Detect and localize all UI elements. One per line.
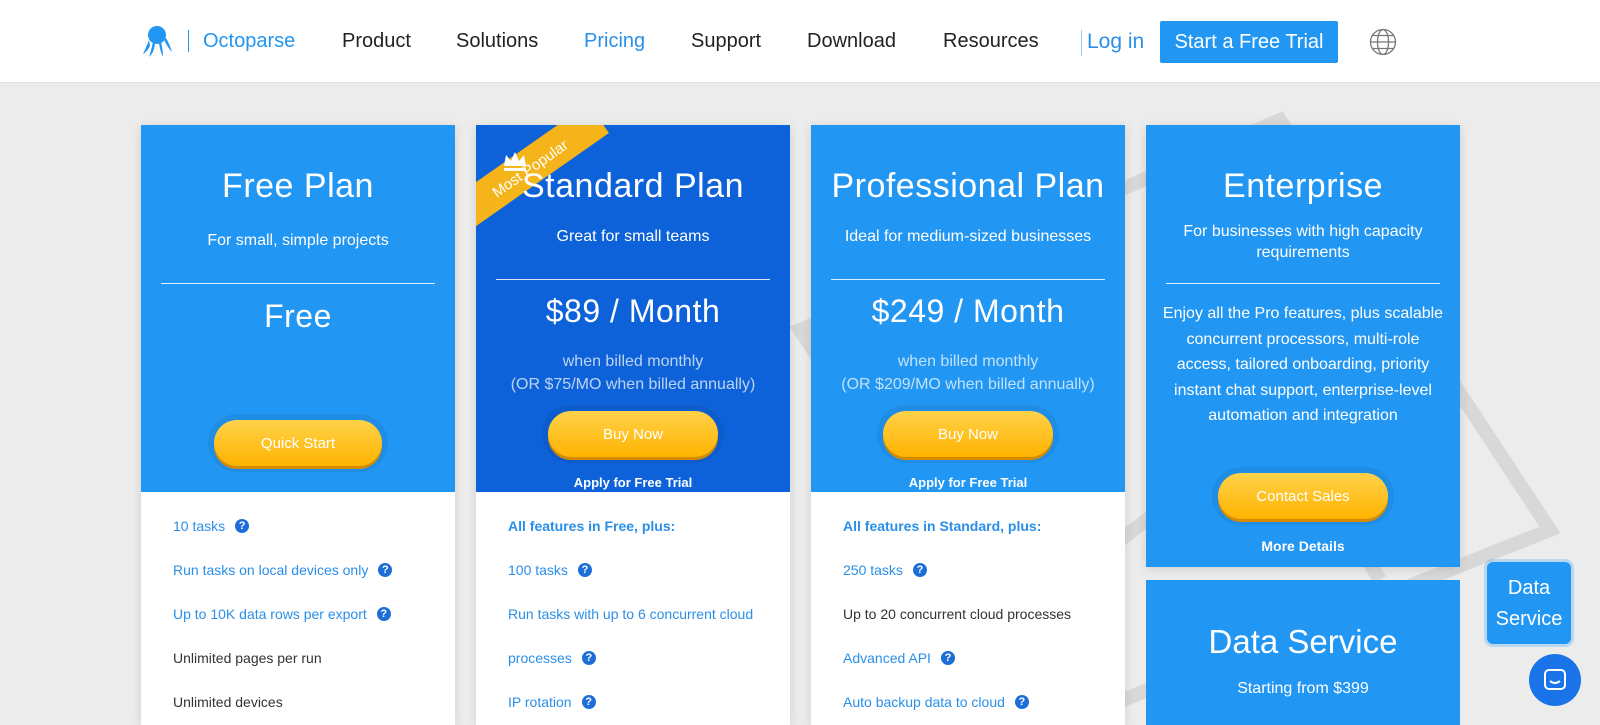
floating-data-service-button[interactable]: Data Service <box>1487 562 1571 644</box>
billing-monthly: when billed monthly <box>562 353 704 370</box>
help-icon[interactable]: ? <box>378 563 393 577</box>
plan-divider <box>161 283 435 284</box>
feature-item: Up to 10K data rows per export? <box>173 592 455 636</box>
feature-item: Up to 20 concurrent cloud processes <box>843 606 1072 622</box>
more-details-link[interactable]: More Details <box>1146 538 1460 554</box>
nav-divider <box>1081 30 1082 56</box>
feature-item: IP rotation? <box>508 680 790 724</box>
data-service-card: Data Service Starting from $399 <box>1146 580 1460 725</box>
feature-item: Unlimited devices <box>173 694 283 710</box>
help-icon[interactable]: ? <box>235 519 250 533</box>
free-plan-features: 10 tasks? Run tasks on local devices onl… <box>141 492 455 724</box>
contact-sales-button[interactable]: Contact Sales <box>1218 473 1388 519</box>
billing-note: when billed monthly (OR $75/MO when bill… <box>476 350 790 396</box>
plan-price: $249 / Month <box>871 293 1065 329</box>
feature-item: 250 tasks? <box>843 548 1125 592</box>
professional-plan-features: All features in Standard, plus: 250 task… <box>811 492 1125 724</box>
standard-plan-features: All features in Free, plus: 100 tasks? R… <box>476 492 790 724</box>
help-icon[interactable]: ? <box>940 651 955 665</box>
plan-divider <box>496 279 770 280</box>
billing-monthly: when billed monthly <box>897 353 1039 370</box>
plan-divider <box>831 279 1105 280</box>
apply-free-trial-link[interactable]: Apply for Free Trial <box>811 475 1125 490</box>
free-plan-card: Free Plan For small, simple projects Fre… <box>141 125 455 725</box>
enterprise-description: Enjoy all the Pro features, plus scalabl… <box>1162 305 1444 424</box>
professional-plan-header: Professional Plan Ideal for medium-sized… <box>811 125 1125 492</box>
plan-subtitle: For businesses with high capacity requir… <box>1183 223 1423 261</box>
plan-subtitle: For small, simple projects <box>207 232 389 249</box>
plan-title: Professional Plan <box>831 167 1105 205</box>
plan-price: Free <box>264 298 332 334</box>
nav-pricing[interactable]: Pricing <box>584 30 645 53</box>
globe-icon[interactable] <box>1369 28 1397 56</box>
feature-item: 100 tasks? <box>508 548 790 592</box>
help-icon[interactable]: ? <box>577 563 592 577</box>
feature-heading: All features in Standard, plus: <box>843 518 1042 534</box>
start-free-trial-button[interactable]: Start a Free Trial <box>1160 21 1338 63</box>
help-icon[interactable]: ? <box>581 651 596 665</box>
billing-annual: (OR $209/MO when billed annually) <box>841 376 1095 393</box>
data-service-price: Starting from $399 <box>1237 680 1369 697</box>
logo[interactable]: Octoparse <box>141 24 295 58</box>
apply-free-trial-link[interactable]: Apply for Free Trial <box>476 475 790 490</box>
help-icon[interactable]: ? <box>1014 695 1029 709</box>
login-link[interactable]: Log in <box>1087 30 1144 54</box>
standard-plan-card: Most Popular Standard Plan Great for sma… <box>476 125 790 725</box>
professional-plan-card: Professional Plan Ideal for medium-sized… <box>811 125 1125 725</box>
chat-icon <box>1544 669 1566 690</box>
help-icon[interactable]: ? <box>912 563 927 577</box>
billing-note: when billed monthly (OR $209/MO when bil… <box>811 350 1125 396</box>
feature-item: processes? <box>508 636 790 680</box>
octopus-logo-icon <box>143 26 172 57</box>
feature-item: Unlimited pages per run <box>173 650 322 666</box>
feature-item: Auto backup data to cloud? <box>843 680 1125 724</box>
nav-download[interactable]: Download <box>807 30 896 53</box>
plan-title: Standard Plan <box>522 167 744 205</box>
plan-title: Enterprise <box>1223 167 1383 205</box>
nav-solutions[interactable]: Solutions <box>456 30 538 53</box>
billing-annual: (OR $75/MO when billed annually) <box>510 376 756 393</box>
plan-subtitle: Great for small teams <box>556 228 710 245</box>
plan-price: $89 / Month <box>545 293 721 329</box>
brand-name: Octoparse <box>203 29 296 52</box>
data-service-title: Data Service <box>1208 623 1398 660</box>
nav-resources[interactable]: Resources <box>943 30 1039 53</box>
quick-start-button[interactable]: Quick Start <box>214 420 382 466</box>
standard-plan-header: Most Popular Standard Plan Great for sma… <box>476 125 790 492</box>
feature-item: Advanced API? <box>843 636 1125 680</box>
feature-heading: All features in Free, plus: <box>508 518 676 534</box>
feature-item: Run tasks on local devices only? <box>173 548 455 592</box>
help-icon[interactable]: ? <box>581 695 596 709</box>
feature-item: 10 tasks? <box>173 504 455 548</box>
feature-item: Run tasks with up to 6 concurrent cloud <box>508 606 754 622</box>
plan-subtitle: Ideal for medium-sized businesses <box>844 228 1092 245</box>
buy-now-button[interactable]: Buy Now <box>883 411 1053 457</box>
site-header: Octoparse Product Solutions Pricing Supp… <box>0 0 1600 83</box>
chat-button[interactable] <box>1529 654 1581 706</box>
logo-divider <box>188 30 189 52</box>
help-icon[interactable]: ? <box>376 607 391 621</box>
plan-title: Free Plan <box>222 167 374 205</box>
buy-now-button[interactable]: Buy Now <box>548 411 718 457</box>
enterprise-card: Enterprise For businesses with high capa… <box>1146 125 1460 567</box>
plan-divider <box>1166 283 1440 284</box>
nav-product[interactable]: Product <box>342 30 411 53</box>
nav-support[interactable]: Support <box>691 30 761 53</box>
free-plan-header: Free Plan For small, simple projects Fre… <box>141 125 455 492</box>
